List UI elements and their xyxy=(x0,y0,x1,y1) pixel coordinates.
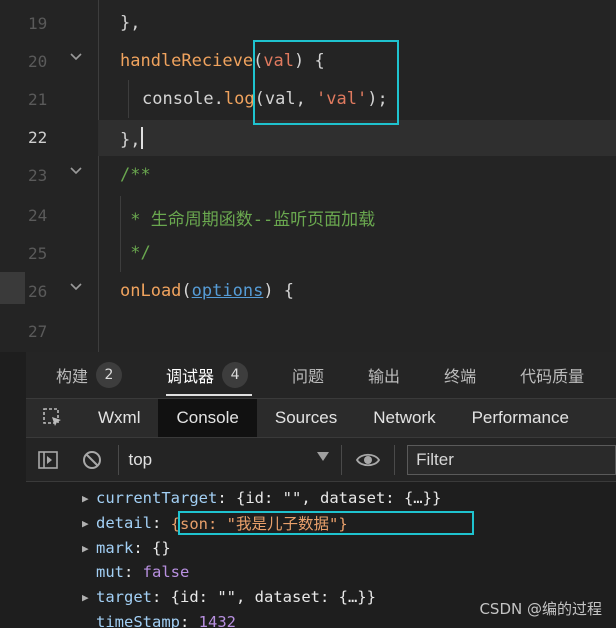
expand-triangle-icon[interactable]: ▶ xyxy=(82,492,96,505)
line-number: 27 xyxy=(28,322,48,341)
tab-sources[interactable]: Sources xyxy=(257,399,355,437)
context-value: top xyxy=(128,449,153,469)
code-line[interactable]: 26 onLoad(options) { xyxy=(0,272,616,310)
live-expression-eye-icon[interactable] xyxy=(346,447,390,473)
annotation-highlight-box xyxy=(178,511,474,535)
line-number: 19 xyxy=(28,14,48,33)
console-row[interactable]: timeStamp: 1432 xyxy=(82,610,236,628)
code-editor[interactable]: 19 }, 20 handleRecieve(val) { 21 console… xyxy=(0,0,616,352)
dropdown-caret-icon xyxy=(317,451,330,461)
prop-value: {id: "", dataset: {…}} xyxy=(170,588,376,606)
fold-chevron-icon[interactable] xyxy=(68,48,88,68)
annotation-highlight-box xyxy=(253,40,399,125)
devtools-tabs: Wxml Console Sources Network Performance xyxy=(26,398,616,438)
tab-label: 构建 xyxy=(56,367,89,386)
tab-label: 问题 xyxy=(292,367,325,386)
toolbar-divider xyxy=(117,444,119,475)
count-badge: 2 xyxy=(96,362,123,388)
watermark: CSDN @编的过程 xyxy=(479,600,602,618)
filter-input-box[interactable] xyxy=(407,444,616,475)
code-line[interactable]: 27 xyxy=(0,312,616,350)
tab-debugger[interactable]: 调试器 4 xyxy=(136,352,262,398)
line-number: 22 xyxy=(28,128,48,147)
bottom-panel-tabs: 构建 2 调试器 4 问题 输出 终端 代码质量 xyxy=(26,352,616,398)
prop-key: currentTarget xyxy=(96,489,218,507)
text-cursor xyxy=(141,127,144,149)
filter-input[interactable] xyxy=(416,449,615,470)
code-text: onLoad(options) { xyxy=(120,281,295,301)
indent-guide xyxy=(128,80,129,118)
line-number: 20 xyxy=(28,52,48,71)
console-toolbar: top xyxy=(26,438,616,482)
tab-performance[interactable]: Performance xyxy=(454,399,587,437)
expand-triangle-icon[interactable]: ▶ xyxy=(82,591,96,604)
line-number: 26 xyxy=(28,282,48,301)
tab-network[interactable]: Network xyxy=(355,399,453,437)
tab-label: 调试器 xyxy=(166,367,215,386)
code-line[interactable]: 23 /** xyxy=(0,156,616,194)
prop-key: timeStamp xyxy=(96,613,180,628)
line-number: 24 xyxy=(28,206,48,225)
toolbar-divider xyxy=(341,444,343,475)
line-number: 21 xyxy=(28,90,48,109)
console-row[interactable]: ▶ currentTarget: {id: "", dataset: {…}} xyxy=(82,486,441,510)
code-text: }, xyxy=(120,127,144,150)
tab-build[interactable]: 构建 2 xyxy=(26,352,136,398)
console-row[interactable]: mut: false xyxy=(82,560,189,584)
code-line[interactable]: 19 }, xyxy=(0,4,616,42)
tab-label: 终端 xyxy=(444,367,477,386)
prop-value: {id: "", dataset: {…}} xyxy=(236,489,442,507)
prop-key: detail xyxy=(96,514,152,532)
clear-console-icon[interactable] xyxy=(70,438,114,482)
fold-chevron-icon[interactable] xyxy=(68,162,88,182)
expand-triangle-icon[interactable]: ▶ xyxy=(82,517,96,530)
count-badge: 4 xyxy=(222,362,249,388)
prop-key: mark xyxy=(96,539,134,557)
line-number: 25 xyxy=(28,244,48,263)
tab-label: 代码质量 xyxy=(520,367,585,386)
code-line[interactable]: 24 * 生命周期函数--监听页面加载 xyxy=(0,196,616,234)
console-row[interactable]: ▶ mark: {} xyxy=(82,536,171,560)
tab-wxml[interactable]: Wxml xyxy=(80,399,158,437)
tab-console[interactable]: Console xyxy=(158,399,257,437)
prop-key: mut xyxy=(96,563,124,581)
expand-triangle-icon[interactable]: ▶ xyxy=(82,542,96,555)
code-text: */ xyxy=(120,243,151,263)
sidebar-toggle-icon[interactable] xyxy=(26,438,70,482)
code-line[interactable]: 25 */ xyxy=(0,234,616,272)
tab-output[interactable]: 输出 xyxy=(338,352,414,398)
partial-row-top: ▔▔ xyxy=(96,482,136,484)
tab-terminal[interactable]: 终端 xyxy=(414,352,490,398)
tab-code-quality[interactable]: 代码质量 xyxy=(490,352,598,398)
prop-value: false xyxy=(142,563,190,581)
prop-value: 1432 xyxy=(198,613,236,628)
code-text: /** xyxy=(120,165,151,185)
code-text: * 生命周期函数--监听页面加载 xyxy=(120,210,376,230)
prop-key: target xyxy=(96,588,152,606)
line-number: 23 xyxy=(28,166,48,185)
fold-chevron-icon[interactable] xyxy=(68,278,88,298)
inspect-element-icon[interactable] xyxy=(26,399,80,437)
console-row[interactable]: ▶ target: {id: "", dataset: {…}} xyxy=(82,585,376,609)
prop-value: {} xyxy=(152,539,171,557)
context-selector[interactable]: top xyxy=(123,438,338,482)
tab-problems[interactable]: 问题 xyxy=(262,352,338,398)
tab-label: 输出 xyxy=(368,367,401,386)
code-text: }, xyxy=(120,13,141,33)
toolbar-divider xyxy=(394,444,396,475)
current-line-highlight xyxy=(98,120,616,156)
